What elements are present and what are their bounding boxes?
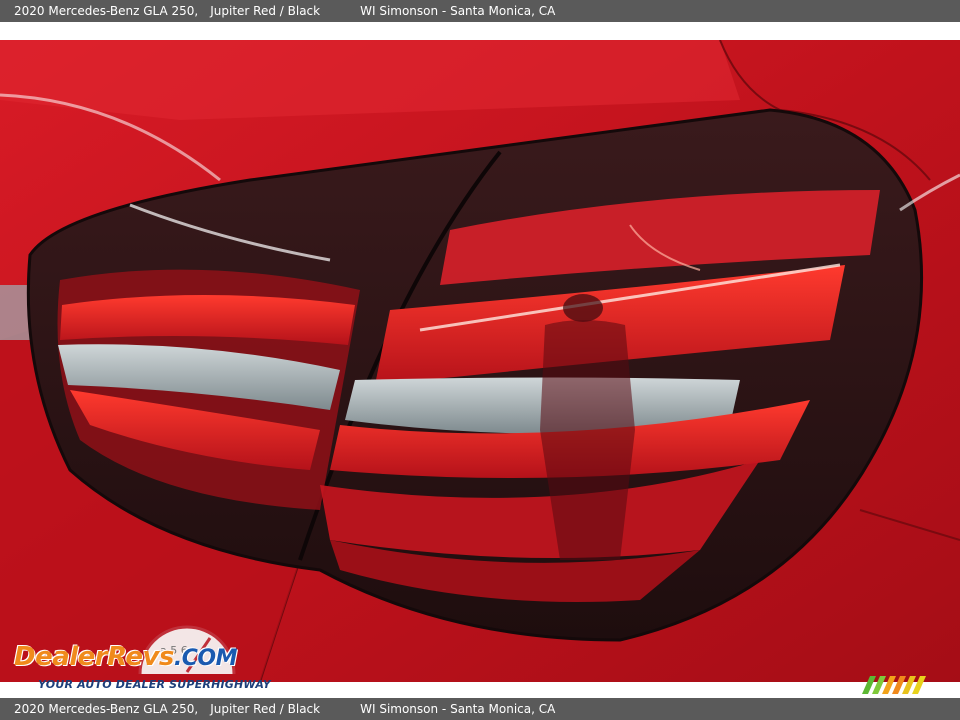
vehicle-color-bottom: Jupiter Red / Black xyxy=(210,702,321,716)
vehicle-color: Jupiter Red / Black xyxy=(210,4,321,18)
vehicle-photo xyxy=(0,40,960,682)
dealerrevs-watermark: a 5 6 DealerRevs.COM YOUR AUTO DEALER SU… xyxy=(12,622,272,694)
watermark-brand-left: DealerRevs xyxy=(14,642,174,672)
dealer-name: WI Simonson - Santa Monica, CA xyxy=(360,4,556,18)
watermark-tagline: YOUR AUTO DEALER SUPERHIGHWAY xyxy=(38,678,271,691)
dealer-name-bottom: WI Simonson - Santa Monica, CA xyxy=(360,702,556,716)
watermark-brand: DealerRevs.COM xyxy=(14,642,238,672)
stripes-logo-icon xyxy=(862,676,926,694)
vehicle-title: 2020 Mercedes-Benz GLA 250, xyxy=(14,4,199,18)
top-caption-bar: 2020 Mercedes-Benz GLA 250, Jupiter Red … xyxy=(0,0,960,22)
bottom-caption-bar: 2020 Mercedes-Benz GLA 250, Jupiter Red … xyxy=(0,698,960,720)
vehicle-title-bottom: 2020 Mercedes-Benz GLA 250, xyxy=(14,702,199,716)
tail-light-photo xyxy=(0,40,960,682)
watermark-brand-right: .COM xyxy=(173,646,238,671)
